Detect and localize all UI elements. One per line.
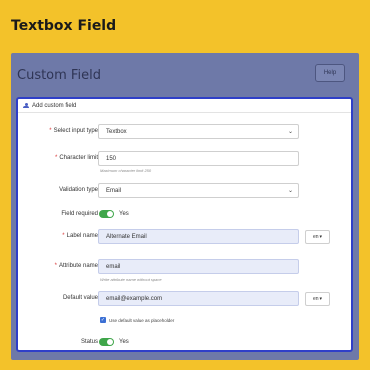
check-icon: ✓ — [100, 316, 106, 323]
label-name-label: * Label name — [62, 233, 98, 239]
use-default-placeholder-label: Use default value as placeholder — [109, 318, 175, 323]
label-name-input[interactable]: Alternate Email — [98, 229, 299, 244]
status-toggle[interactable] — [99, 338, 114, 346]
help-button[interactable]: Help — [315, 64, 345, 82]
chevron-down-icon: ⌄ — [287, 129, 293, 135]
default-value-language-select[interactable]: en ▾ — [305, 292, 330, 306]
add-custom-field-card: Add custom field * Select input type Text… — [16, 97, 353, 352]
validation-type-select[interactable]: Email ⌄ — [98, 183, 299, 198]
char-limit-input[interactable]: 150 — [98, 151, 299, 166]
attribute-name-hint: Write attribute name without space — [100, 277, 162, 282]
field-required-label: Field required — [61, 211, 98, 217]
page-title: Custom Field — [17, 68, 101, 83]
field-required-toggle[interactable] — [99, 210, 114, 218]
caret-down-icon: ▾ — [319, 234, 323, 240]
input-type-label: * Select input type — [49, 128, 98, 134]
card-header: Add custom field — [18, 99, 351, 113]
caret-down-icon: ▾ — [319, 296, 323, 302]
char-limit-hint: Maximum character limit 250 — [100, 168, 152, 173]
label-name-language-select[interactable]: en ▾ — [305, 230, 330, 244]
page-headline: Textbox Field — [11, 18, 117, 34]
validation-type-label: Validation type — [59, 187, 98, 193]
app-window: Custom Field Help Add custom field * Sele… — [11, 53, 359, 360]
chevron-down-icon: ⌄ — [287, 188, 293, 194]
field-required-toggle-text: Yes — [119, 211, 129, 217]
user-icon — [23, 102, 29, 109]
char-limit-label: * Character limit — [54, 155, 98, 161]
attribute-name-input[interactable]: email — [98, 259, 299, 274]
attribute-name-label: * Attribute name — [54, 263, 98, 269]
default-value-input[interactable]: email@example.com — [98, 291, 299, 306]
use-default-placeholder-checkbox[interactable]: ✓ — [100, 317, 106, 323]
status-label: Status — [80, 339, 98, 345]
card-header-label: Add custom field — [32, 102, 77, 109]
default-value-label: Default value — [62, 295, 98, 301]
status-toggle-text: Yes — [119, 339, 129, 345]
input-type-select[interactable]: Textbox ⌄ — [98, 124, 299, 139]
